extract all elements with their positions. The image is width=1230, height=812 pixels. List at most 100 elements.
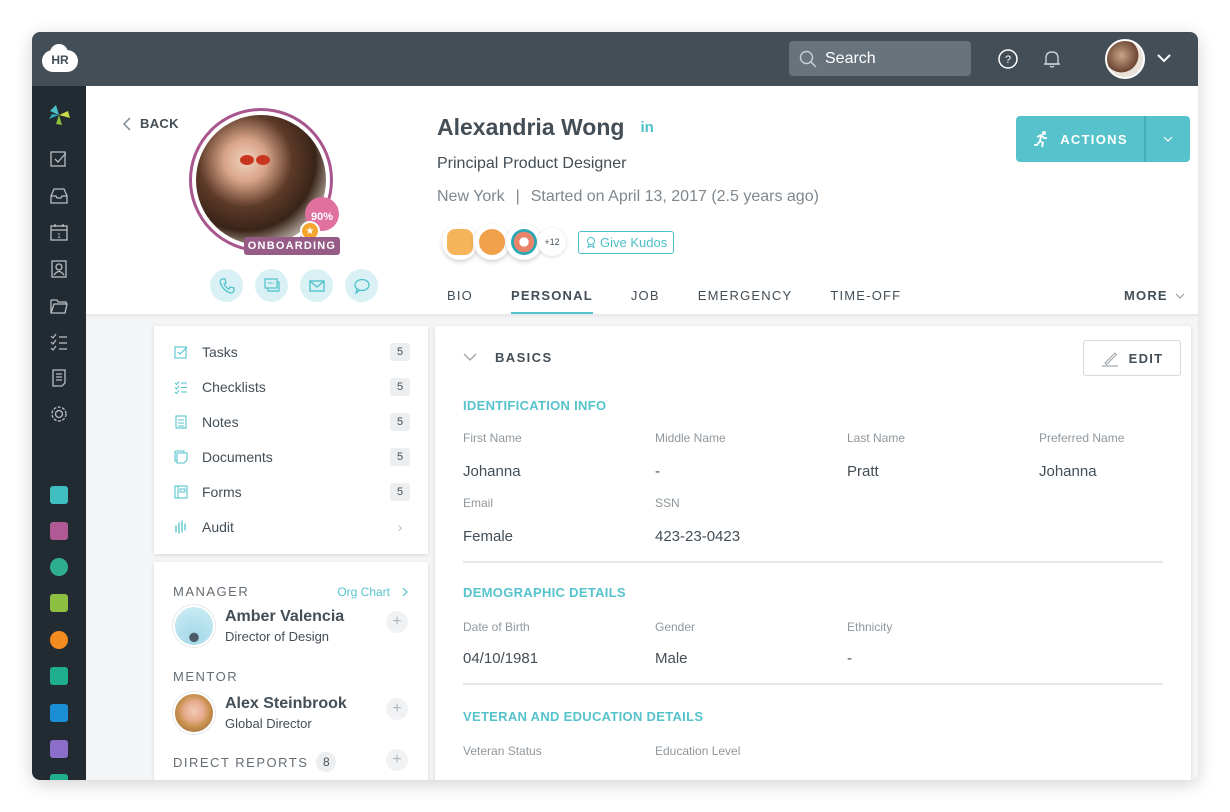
chat-button[interactable] xyxy=(255,269,288,302)
logo-text: HR xyxy=(51,53,69,67)
manager-person[interactable]: Amber Valencia Director of Design + xyxy=(173,605,410,647)
documents-icon xyxy=(174,449,188,464)
give-kudos-label: Give Kudos xyxy=(600,234,668,250)
field-label: Veteran Status xyxy=(463,744,542,758)
actions-dropdown[interactable] xyxy=(1146,116,1190,162)
back-button[interactable]: BACK xyxy=(122,116,179,131)
add-mentor-button[interactable]: + xyxy=(386,698,408,720)
checklist-icon xyxy=(174,380,187,394)
lifebuoy-kudo-icon xyxy=(511,229,537,255)
bell-icon[interactable] xyxy=(1041,48,1063,70)
field-middle-name: Middle Name - xyxy=(655,431,847,480)
sidebar: 1 xyxy=(32,86,86,780)
badge-app-icon[interactable] xyxy=(50,522,68,540)
mentor-role: Global Director xyxy=(225,716,312,731)
search-app-icon[interactable] xyxy=(50,704,68,722)
mentor-person[interactable]: Alex Steinbrook Global Director + xyxy=(173,692,410,734)
give-kudos-button[interactable]: Give Kudos xyxy=(578,230,675,254)
tab-job[interactable]: JOB xyxy=(631,276,660,315)
kudo-badge[interactable] xyxy=(474,224,510,260)
search-input[interactable] xyxy=(825,49,955,68)
calendar-icon[interactable]: 1 xyxy=(49,222,69,242)
settings-icon[interactable] xyxy=(49,404,69,424)
checklist-icon[interactable] xyxy=(49,332,69,352)
actions-button[interactable]: ACTIONS xyxy=(1016,116,1146,162)
kudo-badge[interactable] xyxy=(506,224,542,260)
tasks-icon[interactable] xyxy=(49,149,69,169)
contacts-icon[interactable] xyxy=(49,259,69,279)
chevron-down-icon xyxy=(463,353,477,361)
field-veteran-status: Veteran Status xyxy=(463,744,655,758)
field-ethnicity: Ethnicity - xyxy=(847,620,1039,667)
chevron-left-icon xyxy=(122,116,131,131)
tab-emergency[interactable]: EMERGENCY xyxy=(698,276,793,315)
inbox-icon[interactable] xyxy=(49,186,69,206)
linkedin-icon[interactable]: in xyxy=(640,119,653,136)
kudos-more-count[interactable]: +12 xyxy=(538,228,566,256)
manager-header: MANAGER Org Chart xyxy=(173,584,410,599)
kudo-badge[interactable] xyxy=(442,224,478,260)
health-app-icon[interactable] xyxy=(50,631,68,649)
call-button[interactable] xyxy=(210,269,243,302)
veteran-title: VETERAN AND EDUCATION DETAILS xyxy=(463,709,704,724)
chevron-down-icon[interactable] xyxy=(1156,50,1172,66)
user-avatar[interactable] xyxy=(1105,39,1145,79)
edit-button[interactable]: EDIT xyxy=(1083,340,1181,376)
tab-bio[interactable]: BIO xyxy=(447,276,473,315)
profile-content: BACK 90% ★ ONBOARDING Alexandria Wong in… xyxy=(86,86,1198,780)
field-last-name: Last Name Pratt xyxy=(847,431,1039,480)
count-badge: 5 xyxy=(390,447,410,466)
link-audit[interactable]: Audit › xyxy=(154,509,428,544)
mentor-label: MENTOR xyxy=(173,669,239,684)
message-button[interactable] xyxy=(345,269,378,302)
tab-personal[interactable]: PERSONAL xyxy=(511,276,593,315)
link-notes[interactable]: Notes 5 xyxy=(154,404,428,439)
link-documents[interactable]: Documents 5 xyxy=(154,439,428,474)
link-forms[interactable]: Forms 5 xyxy=(154,474,428,509)
mentor-name: Alex Steinbrook xyxy=(225,695,347,712)
field-label: Middle Name xyxy=(655,431,726,445)
profile-tabs: BIO PERSONAL JOB EMERGENCY TIME-OFF xyxy=(447,276,939,315)
field-gender: Gender Male xyxy=(655,620,847,667)
add-manager-button[interactable]: + xyxy=(386,611,408,633)
org-chart-link[interactable]: Org Chart xyxy=(337,585,410,599)
link-label: Checklists xyxy=(202,378,266,395)
basics-card: BASICS EDIT IDENTIFICATION INFO First Na… xyxy=(435,326,1191,780)
link-tasks[interactable]: Tasks 5 xyxy=(154,334,428,369)
hr-logo[interactable]: HR xyxy=(42,44,78,72)
team-app-icon[interactable] xyxy=(50,486,68,504)
folder-icon[interactable] xyxy=(49,296,69,316)
field-label: Gender xyxy=(655,620,696,634)
add-direct-report-button[interactable]: + xyxy=(386,749,408,771)
travel-app-icon[interactable] xyxy=(50,594,68,612)
sun-kudo-icon xyxy=(479,229,505,255)
search-box[interactable] xyxy=(789,41,971,76)
job-title: Principal Product Designer xyxy=(437,155,627,172)
direct-reports-header: DIRECT REPORTS 8 + xyxy=(173,749,410,772)
edit-label: EDIT xyxy=(1128,350,1164,366)
monitor-app-icon[interactable] xyxy=(50,667,68,685)
phone-icon xyxy=(218,277,235,294)
basics-title: BASICS xyxy=(495,349,553,365)
basics-header[interactable]: BASICS xyxy=(463,326,1165,388)
field-ssn: SSN 423-23-0423 xyxy=(655,496,847,545)
logo-pinwheel-icon[interactable] xyxy=(46,102,72,128)
help-icon[interactable]: ? xyxy=(997,48,1019,70)
direct-reports-label: DIRECT REPORTS xyxy=(173,754,309,770)
actions-button-group: ACTIONS xyxy=(1016,116,1190,162)
tab-time-off[interactable]: TIME-OFF xyxy=(830,276,901,315)
document-icon[interactable] xyxy=(49,368,69,388)
award-icon xyxy=(587,237,595,248)
link-checklists[interactable]: Checklists 5 xyxy=(154,369,428,404)
forms-icon xyxy=(174,484,188,499)
app-icon-partial[interactable] xyxy=(50,774,68,780)
more-tabs-button[interactable]: MORE xyxy=(1124,288,1186,303)
award-app-icon[interactable] xyxy=(50,558,68,576)
field-label: Email xyxy=(463,496,494,510)
field-label: Date of Birth xyxy=(463,620,530,634)
field-value: 04/10/1981 xyxy=(463,650,539,667)
email-button[interactable] xyxy=(300,269,333,302)
audit-icon xyxy=(175,519,186,534)
field-value: Male xyxy=(655,650,688,667)
report-app-icon[interactable] xyxy=(50,740,68,758)
